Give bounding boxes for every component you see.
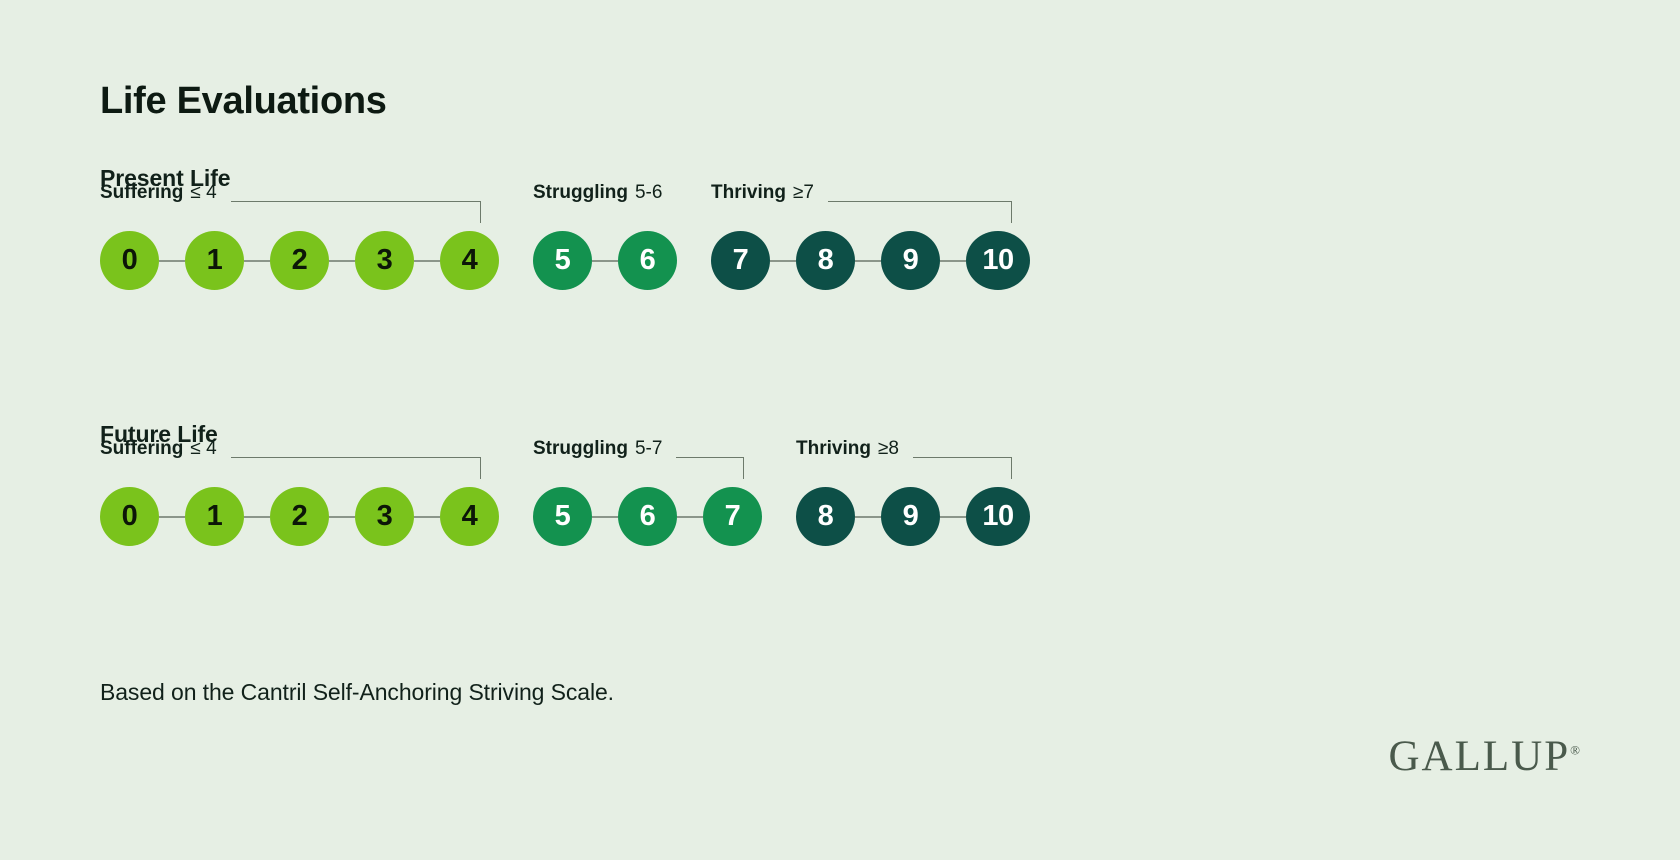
scale-dot-7: 7 [703, 487, 762, 546]
dot-connector [770, 259, 796, 262]
group-bracket [230, 201, 481, 223]
dot-connector [329, 259, 355, 262]
scale-dot-6: 6 [618, 487, 677, 546]
registered-trademark-icon: ® [1570, 742, 1580, 758]
scale-dot-5: 5 [533, 231, 592, 290]
group-label: Struggling 5-6 [533, 182, 662, 204]
scale-group-thriving: Thriving ≥7 7 8 9 10 [711, 182, 1030, 290]
group-category-label: Struggling [533, 182, 628, 203]
scale-dot-0: 0 [100, 231, 159, 290]
dot-connector [592, 259, 618, 262]
scale-row-present: Suffering ≤ 4 0 1 2 3 4 Struggling 5-6 5 6 Thriving… [100, 182, 1030, 290]
dot-connector [244, 259, 270, 262]
dot-connector [940, 515, 966, 518]
scale-group-struggling: Struggling 5-6 5 6 [533, 182, 677, 290]
dot-connector [244, 515, 270, 518]
group-label: Thriving ≥7 [711, 182, 814, 204]
scale-dot-4: 4 [440, 231, 499, 290]
dot-connector [940, 259, 966, 262]
scale-dot-10: 10 [966, 487, 1030, 546]
dot-connector [159, 259, 185, 262]
group-range-label: ≤ 4 [190, 438, 217, 459]
group-category-label: Thriving [796, 438, 871, 459]
scale-dot-5: 5 [533, 487, 592, 546]
scale-dot-2: 2 [270, 231, 329, 290]
group-bracket [676, 457, 744, 479]
scale-dots: 01234 [100, 487, 499, 546]
section-present-life: Present Life Suffering ≤ 4 0 1 2 3 4 Struggling… [100, 165, 1030, 290]
scale-group-suffering: Suffering ≤ 4 01234 [100, 438, 499, 546]
group-range-label: 5-6 [634, 182, 663, 203]
dot-connector [159, 515, 185, 518]
group-category-label: Suffering [100, 182, 184, 203]
scale-dot-1: 1 [185, 231, 244, 290]
dot-connector [414, 259, 440, 262]
dot-connector [855, 259, 881, 262]
gallup-logo: GALLUP® [1389, 735, 1581, 778]
scale-dot-6: 6 [618, 231, 677, 290]
scale-row-future: Suffering ≤ 4 0 1 2 3 4 Struggling 5-7 5 6 7 Thrivin… [100, 438, 1030, 546]
group-bracket [827, 201, 1012, 223]
scale-dots: 7 8 9 10 [711, 231, 1030, 290]
group-label: Struggling 5-7 [533, 438, 662, 460]
group-range-label: ≥7 [792, 182, 814, 203]
scale-dot-8: 8 [796, 487, 855, 546]
scale-dot-8: 8 [796, 231, 855, 290]
scale-dot-7: 7 [711, 231, 770, 290]
page-title: Life Evaluations [100, 80, 387, 122]
group-range-label: ≤ 4 [190, 182, 217, 203]
scale-group-struggling: Struggling 5-7 5 6 7 [533, 438, 762, 546]
scale-dot-10: 10 [966, 231, 1030, 290]
scale-dot-0: 0 [100, 487, 159, 546]
group-category-label: Thriving [711, 182, 786, 203]
gallup-logo-text: GALLUP [1388, 733, 1571, 780]
dot-connector [414, 515, 440, 518]
dot-connector [855, 515, 881, 518]
group-bracket [230, 457, 481, 479]
scale-dots: 01234 [100, 231, 499, 290]
scale-dot-9: 9 [881, 231, 940, 290]
scale-dot-2: 2 [270, 487, 329, 546]
scale-dots: 567 [533, 487, 762, 546]
scale-dot-9: 9 [881, 487, 940, 546]
dot-connector [677, 515, 703, 518]
scale-dot-3: 3 [355, 487, 414, 546]
scale-dots: 8 9 10 [796, 487, 1030, 546]
group-category-label: Struggling [533, 438, 628, 459]
group-label: Thriving ≥8 [796, 438, 899, 460]
footnote: Based on the Cantril Self-Anchoring Stri… [100, 679, 614, 705]
group-range-label: 5-7 [634, 438, 663, 459]
dot-connector [329, 515, 355, 518]
scale-dots: 56 [533, 231, 677, 290]
scale-dot-4: 4 [440, 487, 499, 546]
scale-group-thriving: Thriving ≥8 8 9 10 [796, 438, 1030, 546]
dot-connector [592, 515, 618, 518]
group-range-label: ≥8 [877, 438, 899, 459]
scale-group-suffering: Suffering ≤ 4 01234 [100, 182, 499, 290]
section-future-life: Future Life Suffering ≤ 4 0 1 2 3 4 Struggling 5… [100, 421, 1030, 546]
group-category-label: Suffering [100, 438, 184, 459]
scale-dot-1: 1 [185, 487, 244, 546]
group-label: Suffering ≤ 4 [100, 182, 217, 204]
group-label: Suffering ≤ 4 [100, 438, 217, 460]
scale-dot-3: 3 [355, 231, 414, 290]
infographic-poster: Life Evaluations Present Life Suffering ≤… [0, 0, 1680, 860]
group-bracket [912, 457, 1012, 479]
